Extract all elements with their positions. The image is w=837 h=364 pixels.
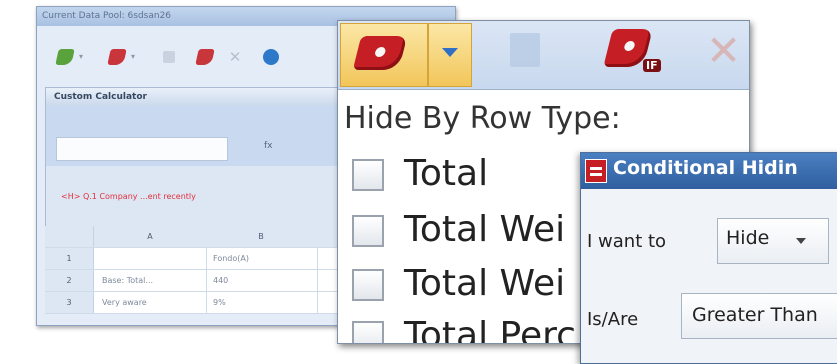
option-label: Total: [404, 153, 489, 194]
open-icon[interactable]: [55, 49, 75, 65]
app-icon: [585, 159, 607, 183]
custom-calculator-panel: Custom Calculator fx: [45, 87, 347, 239]
flag-icon[interactable]: [510, 33, 540, 67]
flag-icon[interactable]: [163, 51, 175, 63]
conditional-hide-icon[interactable]: [195, 49, 215, 65]
hide-icon: [352, 36, 408, 70]
checkbox[interactable]: [352, 159, 384, 191]
cell[interactable]: Fondo(A): [207, 248, 318, 269]
cell[interactable]: 9%: [207, 292, 318, 313]
chevron-down-icon[interactable]: [796, 238, 806, 244]
table-row[interactable]: 2 Base: Total... 440: [45, 270, 345, 292]
row-number: 1: [45, 248, 94, 269]
column-header-b[interactable]: B: [206, 226, 316, 247]
row-number: 2: [45, 270, 94, 291]
hide-toolbar: IF ✕: [338, 21, 749, 90]
dialog-title: Conditional Hidin: [613, 157, 798, 179]
chevron-down-icon[interactable]: ▾: [131, 49, 147, 65]
action-value: Hide: [726, 227, 770, 249]
i-want-to-label: I want to: [587, 231, 667, 252]
table-row[interactable]: 1 Fondo(A): [45, 248, 345, 270]
is-are-label: Is/Are: [587, 309, 639, 330]
conditional-hiding-dialog: Conditional Hidin I want to Hide Is/Are …: [580, 152, 837, 364]
delete-icon[interactable]: ✕: [706, 23, 741, 79]
option-label: Total Wei: [404, 263, 566, 304]
checkbox[interactable]: [352, 321, 384, 343]
dialog-titlebar: Conditional Hidin: [581, 153, 837, 189]
hide-icon[interactable]: [107, 49, 127, 65]
chevron-down-icon[interactable]: ▾: [79, 49, 95, 65]
column-header-a[interactable]: A: [94, 226, 206, 247]
if-badge: IF: [643, 59, 661, 72]
hide-button[interactable]: [340, 23, 428, 87]
refresh-icon[interactable]: [263, 49, 279, 65]
delete-icon[interactable]: ✕: [227, 49, 243, 65]
formula-input[interactable]: [56, 137, 228, 161]
condition-value: Greater Than: [692, 304, 818, 326]
chevron-down-icon: [442, 48, 458, 57]
fx-label: fx: [264, 141, 273, 151]
cell[interactable]: Very aware: [94, 292, 207, 313]
cell[interactable]: Base: Total...: [94, 270, 207, 291]
checkbox[interactable]: [352, 215, 384, 247]
cell[interactable]: 440: [207, 270, 318, 291]
panel-title: Custom Calculator: [46, 88, 346, 106]
row-number: 3: [45, 292, 94, 313]
dialog-body: I want to Hide Is/Are Greater Than: [581, 189, 837, 363]
condition-dropdown[interactable]: Greater Than: [681, 293, 837, 339]
hide-dropdown-button[interactable]: [428, 23, 472, 87]
cell[interactable]: [94, 248, 207, 269]
grid-header-row: A B: [45, 226, 345, 248]
action-dropdown[interactable]: Hide: [717, 218, 829, 264]
option-label: Total Perc: [404, 315, 576, 344]
table-row[interactable]: 3 Very aware 9%: [45, 292, 345, 314]
warning-text: <H> Q.1 Company ...ent recently: [61, 192, 196, 201]
data-grid: A B 1 Fondo(A) 2 Base: Total... 440 3 Ve…: [45, 226, 345, 314]
checkbox[interactable]: [352, 269, 384, 301]
option-label: Total Wei: [404, 209, 566, 250]
hide-by-row-type-heading: Hide By Row Type:: [344, 101, 621, 136]
corner-cell: [45, 226, 94, 247]
